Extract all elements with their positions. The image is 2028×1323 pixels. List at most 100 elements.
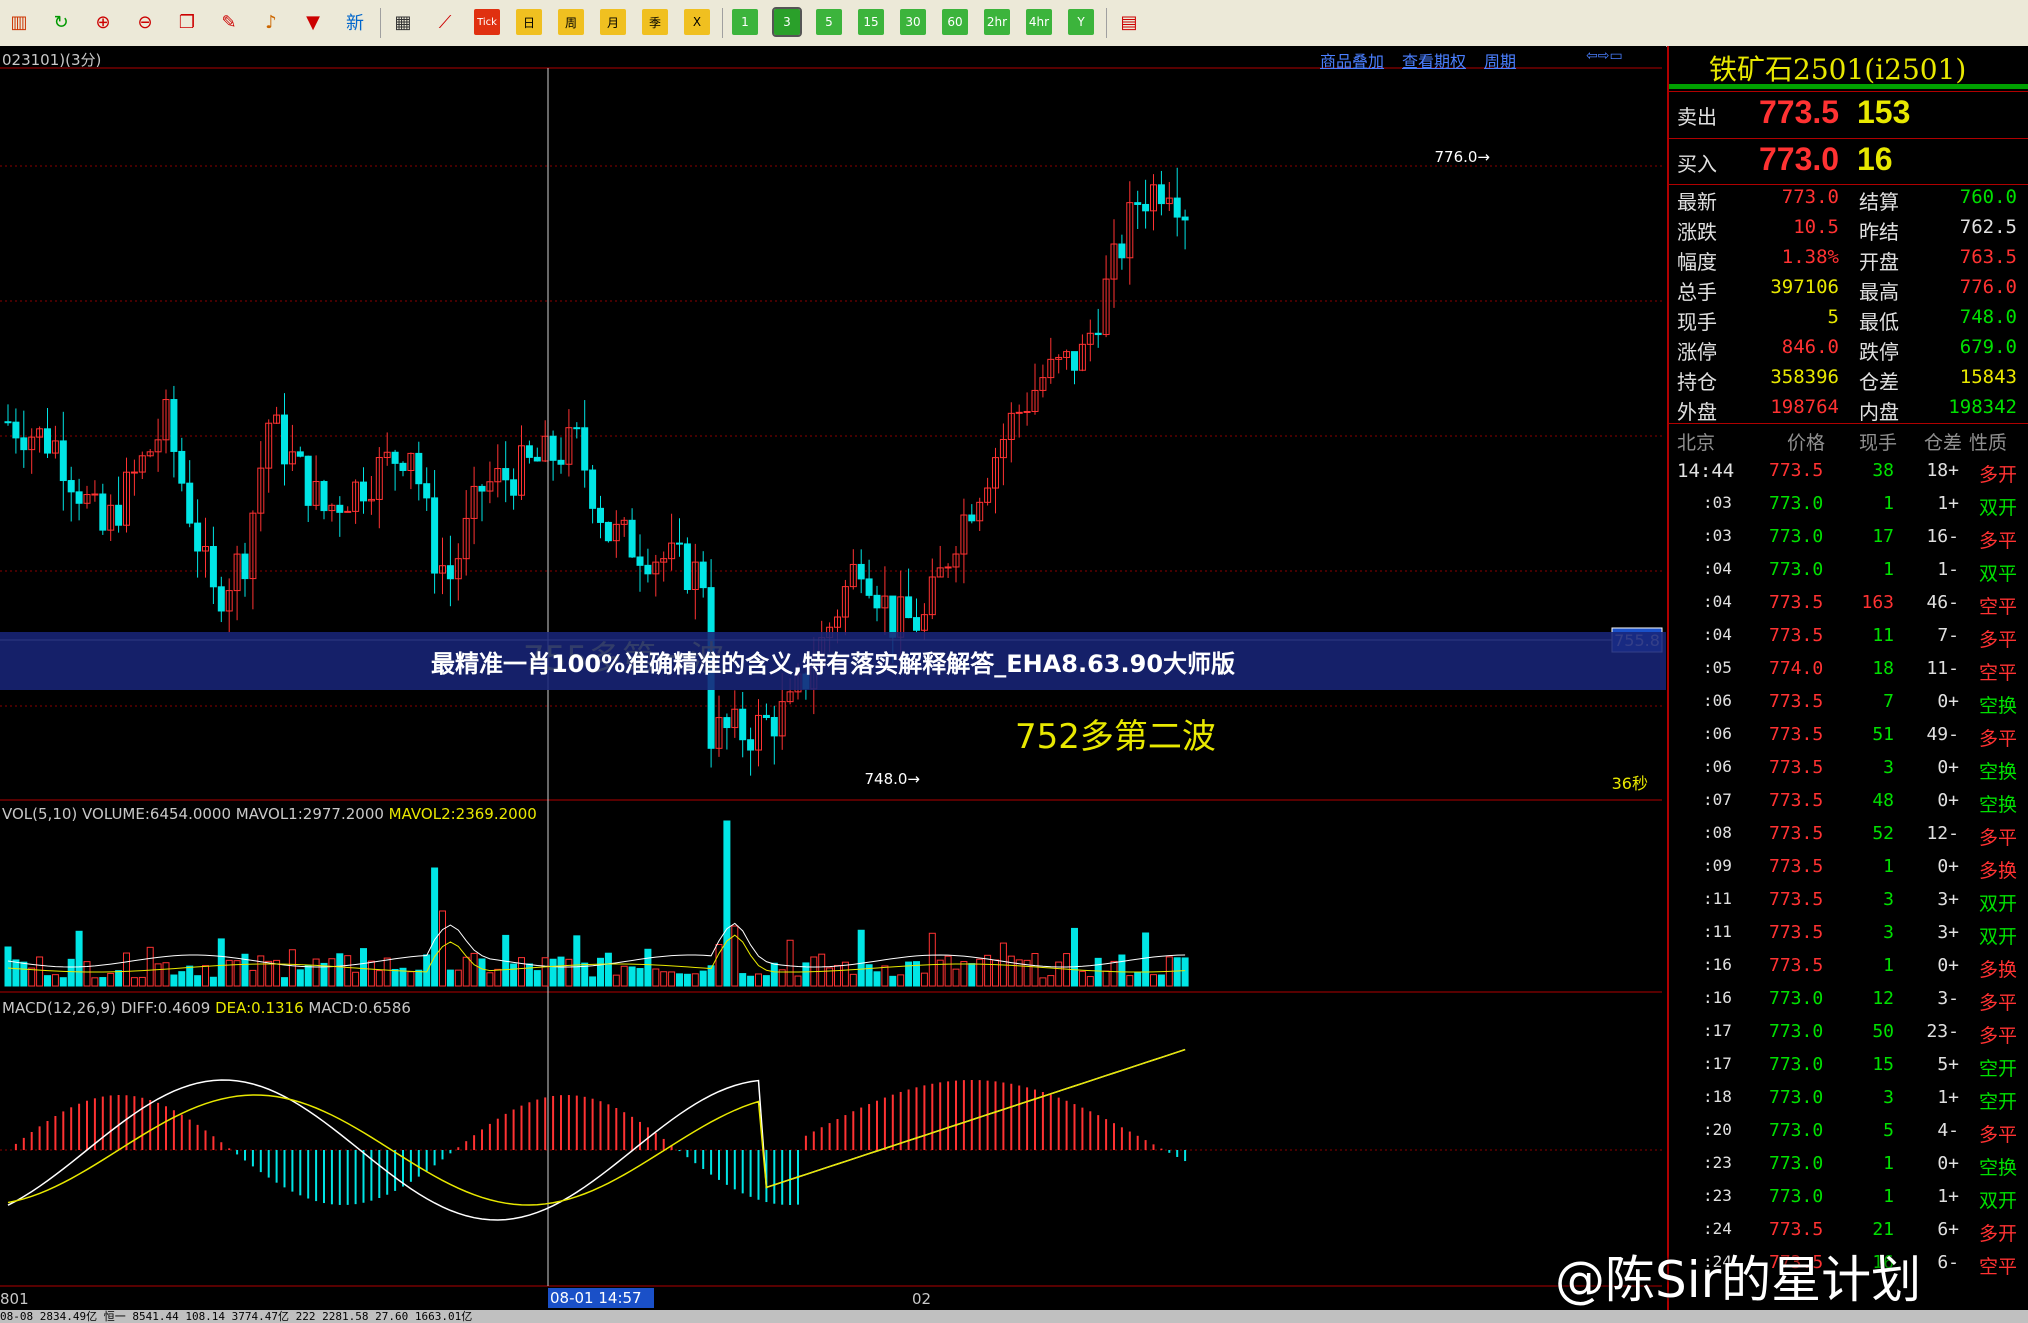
menu-icon[interactable]: ▤ (1116, 9, 1142, 35)
min15-icon[interactable]: 15 (858, 9, 884, 35)
candle-body (99, 493, 107, 531)
volume-bar (1071, 927, 1078, 987)
season-icon[interactable]: 季 (642, 9, 668, 35)
candle-body (770, 716, 778, 737)
volume-bar (770, 962, 778, 987)
candle-body (67, 480, 75, 493)
candle-body (360, 481, 367, 502)
tick-time: :03 (1703, 493, 1732, 512)
volume-bar (383, 957, 391, 987)
candle-body (281, 414, 288, 465)
volume-bar (683, 973, 691, 987)
new-icon[interactable]: 新 (342, 9, 368, 35)
window-icon[interactable]: ❐ (174, 9, 200, 35)
stat-label: 最高 (1859, 280, 1899, 304)
volume-bar (138, 976, 146, 987)
min1-icon[interactable]: 1 (732, 9, 758, 35)
volume-bar (644, 948, 652, 987)
tick-icon[interactable]: Tick (474, 9, 500, 35)
min3-icon[interactable]: 3 (772, 7, 802, 37)
volume-bar (154, 963, 162, 987)
min30-icon[interactable]: 30 (900, 9, 926, 35)
volume-bar (336, 953, 344, 987)
h2-icon[interactable]: 2hr (984, 9, 1010, 35)
tick-nature: 多平 (1979, 629, 2018, 651)
volume-bar (699, 970, 707, 987)
volume-bar (257, 955, 265, 987)
tick-nature: 双开 (1979, 926, 2018, 948)
volume-bar (265, 960, 273, 987)
tick-nature: 空平 (1979, 662, 2018, 684)
stat-label: 最低 (1859, 310, 1899, 334)
quote-panel: 铁矿石2501(i2501) 卖出 773.5 153 买入 773.0 16 最新 773.0… (1667, 46, 2028, 1311)
candle-body (4, 421, 12, 424)
pen-icon[interactable]: ✎ (216, 9, 242, 35)
volume-bar (130, 977, 138, 987)
filter-icon[interactable]: ▼ (300, 9, 326, 35)
volume-bar (1007, 955, 1015, 987)
tick-nature: 多平 (1979, 1124, 2018, 1146)
min5-icon[interactable]: 5 (816, 9, 842, 35)
volume-bar (597, 957, 604, 987)
volume-bar (834, 964, 841, 987)
line-chart-icon[interactable]: ⟋ (432, 9, 458, 35)
candle-body (320, 481, 328, 512)
h4-icon[interactable]: 4hr (1026, 9, 1052, 35)
volume-bar (589, 976, 597, 987)
min60-icon[interactable]: 60 (942, 9, 968, 35)
candle-body (241, 553, 249, 580)
vol-header: VOL(5,10) VOLUME:6454.0000 MAVOL1:2977.2… (2, 805, 537, 823)
volume-bar (454, 969, 462, 987)
view-options-link[interactable]: 查看期权 (1402, 48, 1466, 72)
dea-line (7, 1048, 1186, 1206)
table-icon[interactable]: ▦ (390, 9, 416, 35)
volume-bar (99, 977, 107, 987)
tick-time: :07 (1703, 790, 1732, 809)
zoom-out-icon[interactable]: ⊖ (132, 9, 158, 35)
panel-divider (1669, 184, 2028, 185)
bell-icon[interactable]: ♪ (258, 9, 284, 35)
candle-body (533, 456, 541, 462)
day-icon[interactable]: 日 (516, 9, 542, 35)
candle-body (194, 522, 202, 552)
candle-body (178, 450, 186, 484)
tick-time: :23 (1703, 1186, 1732, 1205)
week-icon[interactable]: 周 (558, 9, 584, 35)
volume-bar (446, 969, 454, 987)
tick-nature: 空换 (1979, 761, 2018, 783)
volume-bar (660, 971, 668, 987)
candle-body (557, 459, 565, 465)
x-cursor-label: 08-01 14:57 (550, 1289, 642, 1307)
stat-label: 幅度 (1677, 250, 1717, 274)
overlay-goods-link[interactable]: 商品叠加 (1320, 48, 1384, 72)
chart-title: 023101)(3分) (2, 51, 102, 69)
refresh-icon[interactable]: ↻ (48, 9, 74, 35)
volume-bar (1150, 974, 1157, 987)
bars-icon[interactable]: ▥ (6, 9, 32, 35)
stat-label: 外盘 (1677, 400, 1717, 424)
cross-icon[interactable]: X (684, 9, 710, 35)
tick-nature: 空开 (1979, 1091, 2018, 1113)
tick-time: :16 (1703, 988, 1732, 1007)
volume-bar (407, 971, 415, 987)
month-icon[interactable]: 月 (600, 9, 626, 35)
tick-price: 773.5 (1769, 625, 1824, 646)
tick-header-0: 北京 (1677, 432, 1716, 454)
tick-price: 773.0 (1769, 1054, 1824, 1075)
tick-nature: 多平 (1979, 992, 2018, 1014)
zoom-in-icon[interactable]: ⊕ (90, 9, 116, 35)
window-controls[interactable]: ⇦⇨▭ (1586, 48, 1662, 68)
volume-bar (4, 946, 12, 987)
volume-bar (162, 962, 170, 987)
tick-header-1: 价格 (1787, 432, 1826, 454)
ask-label: 卖出 (1677, 105, 1717, 129)
volume-bar (59, 977, 67, 987)
volume-bar (1181, 957, 1189, 987)
year-icon[interactable]: Y (1068, 9, 1094, 35)
volume-bar (375, 970, 383, 987)
period-link[interactable]: 周期 (1484, 48, 1516, 72)
volume-bar (91, 977, 99, 987)
tick-price: 773.5 (1769, 823, 1824, 844)
price-low-label: 748.0→ (864, 770, 920, 788)
volume-bar (1134, 972, 1142, 987)
